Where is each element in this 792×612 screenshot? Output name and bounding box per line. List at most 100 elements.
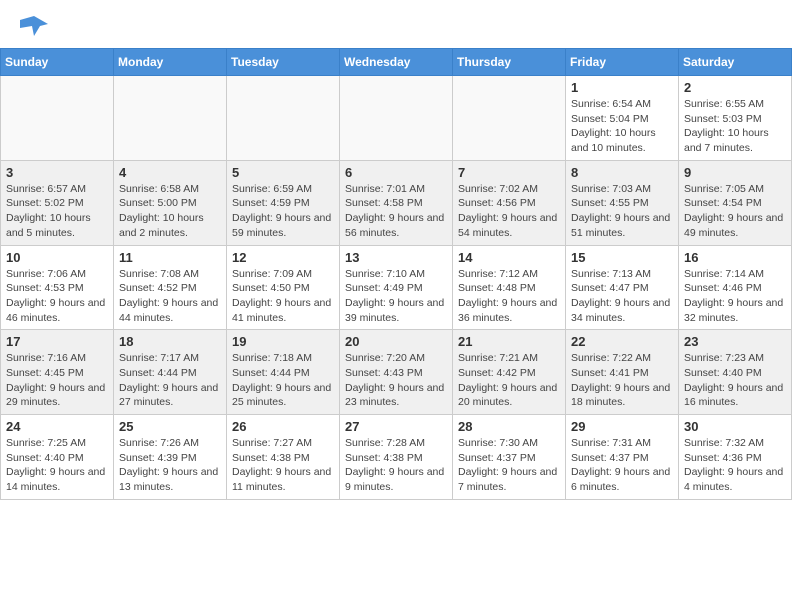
day-number: 26 (232, 419, 334, 434)
calendar-cell: 22 Sunrise: 7:22 AM Sunset: 4:41 PM Dayli… (566, 330, 679, 415)
day-number: 21 (458, 334, 560, 349)
day-info: Sunrise: 7:01 AM Sunset: 4:58 PM Dayligh… (345, 182, 447, 241)
day-number: 7 (458, 165, 560, 180)
calendar-cell: 9 Sunrise: 7:05 AM Sunset: 4:54 PM Daylig… (679, 160, 792, 245)
calendar-cell: 29 Sunrise: 7:31 AM Sunset: 4:37 PM Dayli… (566, 415, 679, 500)
calendar-cell: 20Sunrise: 7:20 AM Sunset: 4:43 PM Dayli… (340, 330, 453, 415)
day-info: Sunrise: 7:20 AM Sunset: 4:43 PM Dayligh… (345, 351, 447, 410)
calendar-cell: 18 Sunrise: 7:17 AM Sunset: 4:44 PM Dayli… (114, 330, 227, 415)
day-info: Sunrise: 7:25 AM Sunset: 4:40 PM Dayligh… (6, 436, 108, 495)
day-info: Sunrise: 7:17 AM Sunset: 4:44 PM Dayligh… (119, 351, 221, 410)
calendar-cell: 10 Sunrise: 7:06 AM Sunset: 4:53 PM Dayli… (1, 245, 114, 330)
calendar-cell: 4 Sunrise: 6:58 AM Sunset: 5:00 PM Daylig… (114, 160, 227, 245)
day-number: 18 (119, 334, 221, 349)
day-info: Sunrise: 7:06 AM Sunset: 4:53 PM Dayligh… (6, 267, 108, 326)
day-number: 2 (684, 80, 786, 95)
calendar-cell (340, 76, 453, 161)
day-number: 1 (571, 80, 673, 95)
day-info: Sunrise: 7:14 AM Sunset: 4:46 PM Dayligh… (684, 267, 786, 326)
day-info: Sunrise: 7:08 AM Sunset: 4:52 PM Dayligh… (119, 267, 221, 326)
day-number: 9 (684, 165, 786, 180)
day-number: 5 (232, 165, 334, 180)
weekday-header-thursday: Thursday (453, 49, 566, 76)
day-info: Sunrise: 7:26 AM Sunset: 4:39 PM Dayligh… (119, 436, 221, 495)
day-info: Sunrise: 7:31 AM Sunset: 4:37 PM Dayligh… (571, 436, 673, 495)
day-info: Sunrise: 7:05 AM Sunset: 4:54 PM Dayligh… (684, 182, 786, 241)
day-info: Sunrise: 6:55 AM Sunset: 5:03 PM Dayligh… (684, 97, 786, 156)
calendar-cell: 7 Sunrise: 7:02 AM Sunset: 4:56 PM Daylig… (453, 160, 566, 245)
day-info: Sunrise: 7:16 AM Sunset: 4:45 PM Dayligh… (6, 351, 108, 410)
calendar-cell: 17 Sunrise: 7:16 AM Sunset: 4:45 PM Dayli… (1, 330, 114, 415)
day-info: Sunrise: 7:09 AM Sunset: 4:50 PM Dayligh… (232, 267, 334, 326)
day-info: Sunrise: 7:13 AM Sunset: 4:47 PM Dayligh… (571, 267, 673, 326)
day-number: 23 (684, 334, 786, 349)
weekday-header-sunday: Sunday (1, 49, 114, 76)
day-number: 6 (345, 165, 447, 180)
day-info: Sunrise: 6:59 AM Sunset: 4:59 PM Dayligh… (232, 182, 334, 241)
weekday-header-saturday: Saturday (679, 49, 792, 76)
calendar-cell: 25 Sunrise: 7:26 AM Sunset: 4:39 PM Dayli… (114, 415, 227, 500)
calendar-cell: 5 Sunrise: 6:59 AM Sunset: 4:59 PM Daylig… (227, 160, 340, 245)
day-number: 30 (684, 419, 786, 434)
day-number: 3 (6, 165, 108, 180)
calendar-cell: 19 Sunrise: 7:18 AM Sunset: 4:44 PM Dayli… (227, 330, 340, 415)
day-number: 13 (345, 250, 447, 265)
calendar-cell: 3 Sunrise: 6:57 AM Sunset: 5:02 PM Daylig… (1, 160, 114, 245)
day-number: 4 (119, 165, 221, 180)
calendar: SundayMondayTuesdayWednesdayThursdayFrid… (0, 48, 792, 500)
calendar-cell: 21 Sunrise: 7:21 AM Sunset: 4:42 PM Dayli… (453, 330, 566, 415)
day-info: Sunrise: 7:02 AM Sunset: 4:56 PM Dayligh… (458, 182, 560, 241)
calendar-cell: 28 Sunrise: 7:30 AM Sunset: 4:37 PM Dayli… (453, 415, 566, 500)
day-number: 11 (119, 250, 221, 265)
day-info: Sunrise: 6:54 AM Sunset: 5:04 PM Dayligh… (571, 97, 673, 156)
day-number: 24 (6, 419, 108, 434)
calendar-cell: 1 Sunrise: 6:54 AM Sunset: 5:04 PM Daylig… (566, 76, 679, 161)
day-info: Sunrise: 7:21 AM Sunset: 4:42 PM Dayligh… (458, 351, 560, 410)
day-info: Sunrise: 7:32 AM Sunset: 4:36 PM Dayligh… (684, 436, 786, 495)
day-number: 12 (232, 250, 334, 265)
calendar-cell: 6 Sunrise: 7:01 AM Sunset: 4:58 PM Daylig… (340, 160, 453, 245)
calendar-cell: 27 Sunrise: 7:28 AM Sunset: 4:38 PM Dayli… (340, 415, 453, 500)
weekday-header-wednesday: Wednesday (340, 49, 453, 76)
day-info: Sunrise: 7:28 AM Sunset: 4:38 PM Dayligh… (345, 436, 447, 495)
day-number: 17 (6, 334, 108, 349)
day-info: Sunrise: 7:03 AM Sunset: 4:55 PM Dayligh… (571, 182, 673, 241)
calendar-cell: 11 Sunrise: 7:08 AM Sunset: 4:52 PM Dayli… (114, 245, 227, 330)
day-info: Sunrise: 7:12 AM Sunset: 4:48 PM Dayligh… (458, 267, 560, 326)
logo (20, 16, 50, 40)
day-info: Sunrise: 6:58 AM Sunset: 5:00 PM Dayligh… (119, 182, 221, 241)
day-number: 8 (571, 165, 673, 180)
day-number: 28 (458, 419, 560, 434)
day-info: Sunrise: 7:10 AM Sunset: 4:49 PM Dayligh… (345, 267, 447, 326)
weekday-header-monday: Monday (114, 49, 227, 76)
day-info: Sunrise: 6:57 AM Sunset: 5:02 PM Dayligh… (6, 182, 108, 241)
day-number: 15 (571, 250, 673, 265)
day-number: 27 (345, 419, 447, 434)
weekday-header-friday: Friday (566, 49, 679, 76)
day-info: Sunrise: 7:30 AM Sunset: 4:37 PM Dayligh… (458, 436, 560, 495)
day-number: 14 (458, 250, 560, 265)
day-number: 22 (571, 334, 673, 349)
calendar-cell: 23 Sunrise: 7:23 AM Sunset: 4:40 PM Dayli… (679, 330, 792, 415)
calendar-cell (1, 76, 114, 161)
calendar-cell: 24 Sunrise: 7:25 AM Sunset: 4:40 PM Dayli… (1, 415, 114, 500)
day-number: 10 (6, 250, 108, 265)
calendar-cell: 2 Sunrise: 6:55 AM Sunset: 5:03 PM Daylig… (679, 76, 792, 161)
calendar-cell: 8 Sunrise: 7:03 AM Sunset: 4:55 PM Daylig… (566, 160, 679, 245)
day-info: Sunrise: 7:23 AM Sunset: 4:40 PM Dayligh… (684, 351, 786, 410)
day-number: 19 (232, 334, 334, 349)
calendar-cell: 26 Sunrise: 7:27 AM Sunset: 4:38 PM Dayli… (227, 415, 340, 500)
day-number: 16 (684, 250, 786, 265)
day-info: Sunrise: 7:22 AM Sunset: 4:41 PM Dayligh… (571, 351, 673, 410)
calendar-cell (227, 76, 340, 161)
calendar-cell: 14 Sunrise: 7:12 AM Sunset: 4:48 PM Dayli… (453, 245, 566, 330)
day-info: Sunrise: 7:18 AM Sunset: 4:44 PM Dayligh… (232, 351, 334, 410)
calendar-cell (114, 76, 227, 161)
day-info: Sunrise: 7:27 AM Sunset: 4:38 PM Dayligh… (232, 436, 334, 495)
calendar-cell: 15 Sunrise: 7:13 AM Sunset: 4:47 PM Dayli… (566, 245, 679, 330)
weekday-header-tuesday: Tuesday (227, 49, 340, 76)
calendar-cell: 16 Sunrise: 7:14 AM Sunset: 4:46 PM Dayli… (679, 245, 792, 330)
day-number: 29 (571, 419, 673, 434)
calendar-cell: 12 Sunrise: 7:09 AM Sunset: 4:50 PM Dayli… (227, 245, 340, 330)
day-number: 25 (119, 419, 221, 434)
